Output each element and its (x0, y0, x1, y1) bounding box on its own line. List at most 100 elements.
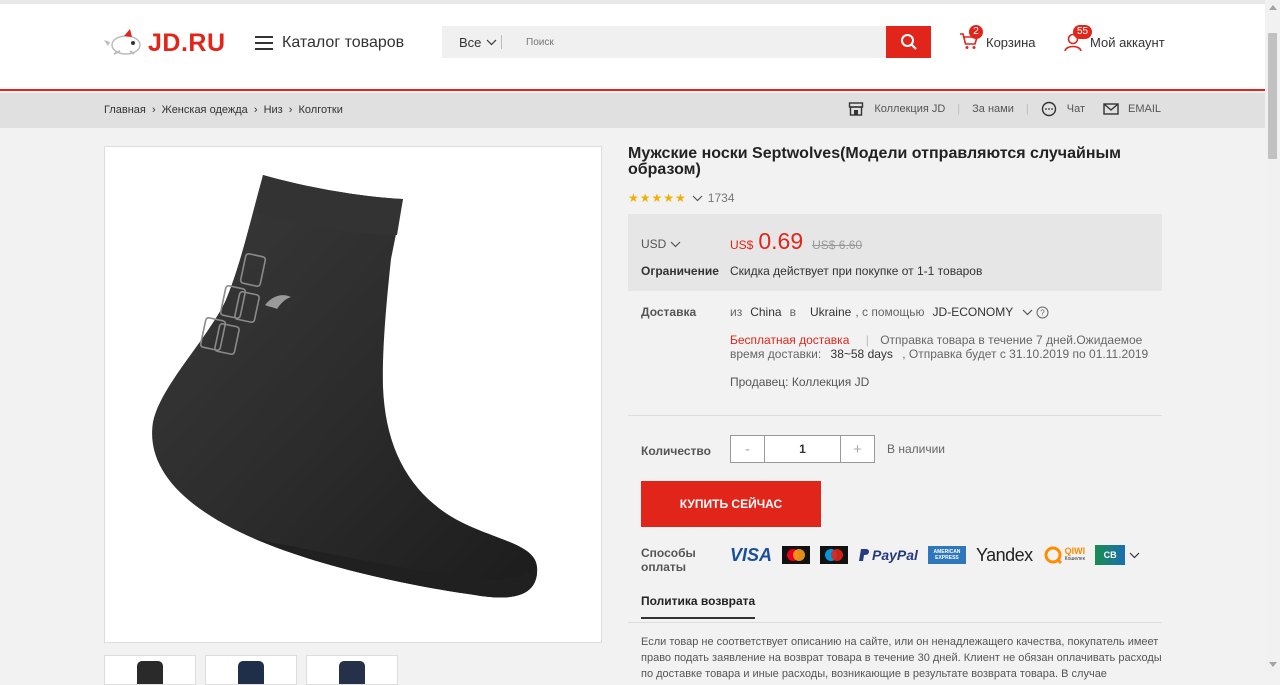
account-label: Мой аккаунт (1090, 34, 1165, 50)
search-divider (501, 35, 503, 49)
chevron-down-icon (692, 195, 703, 201)
jd-collection-link[interactable]: Коллекция JD (848, 102, 945, 116)
section-divider (628, 415, 1162, 416)
breadcrumb-separator: › (288, 104, 293, 116)
sock-product-image (152, 175, 538, 598)
catalog-label: Каталог товаров (282, 34, 405, 51)
breadcrumb-tights[interactable]: Колготки (299, 104, 343, 116)
scroll-up-arrow-icon[interactable] (1269, 5, 1277, 10)
thumbnail-1[interactable] (104, 655, 196, 685)
about-link[interactable]: За нами (972, 103, 1014, 115)
price-value: 0.69 (758, 228, 804, 254)
link-divider: | (957, 103, 961, 115)
tab-return-policy[interactable]: Политика возврата (641, 594, 756, 619)
yandex-logo: Yandex (975, 544, 1033, 565)
shipping-method[interactable]: JD-ECONOMY (933, 305, 1014, 319)
price-currency: US$ (730, 238, 754, 252)
scroll-down-arrow-icon[interactable] (1269, 662, 1277, 667)
chevron-down-icon (670, 241, 681, 247)
thumbnail-3[interactable] (306, 655, 398, 685)
scrollbar-thumb[interactable] (1268, 33, 1277, 159)
chat-label: Чат (1066, 103, 1085, 115)
breadcrumb-home[interactable]: Главная (104, 104, 146, 116)
limit-label: Ограничение (641, 264, 719, 278)
shipping-route: из China в Ukraine , с помощью JD-ECONOM… (730, 305, 1049, 319)
search-scope-label: Все (459, 34, 482, 50)
review-count: 1734 (707, 191, 735, 205)
ship-to-country[interactable]: Ukraine (810, 305, 851, 319)
catalog-menu-button[interactable]: Каталог товаров (255, 34, 404, 52)
breadcrumb-womens-clothing[interactable]: Женская одежда (162, 104, 248, 116)
to-word: в (789, 305, 796, 319)
product-rating[interactable]: ★★★★★ 1734 (628, 191, 735, 205)
page-scrollbar[interactable] (1265, 0, 1280, 672)
limit-text: Скидка действует при покупке от 1-1 това… (730, 264, 983, 278)
currency-label: USD (641, 237, 667, 251)
utility-links: Коллекция JD | За нами | Чат EMAIL (848, 101, 1161, 117)
chevron-down-icon[interactable] (1129, 552, 1140, 559)
seller-info: Продавец: Коллекция JD (730, 375, 870, 389)
search-scope-select[interactable]: Все (442, 35, 512, 50)
stock-status: В наличии (887, 442, 946, 456)
quantity-plus-button[interactable]: + (841, 436, 874, 462)
visa-logo: VISA (730, 544, 773, 565)
paypal-logo: PayPal (858, 547, 918, 563)
jd-collection-label: Коллекция JD (874, 103, 946, 115)
shipping-info: Бесплатная доставка | Отправка товара в … (730, 333, 1162, 361)
chat-link[interactable]: Чат (1041, 101, 1085, 117)
price: US$ 0.69 US$ 6.60 (730, 228, 862, 255)
svg-text:?: ? (1040, 308, 1045, 317)
quantity-input[interactable]: 1 (764, 436, 841, 462)
qiwi-subtext: Кошелек (1064, 556, 1085, 562)
site-header: JD.RU Каталог товаров Все 2 Корзина 55 М… (0, 4, 1265, 91)
old-price: US$ 6.60 (812, 238, 863, 252)
currency-selector[interactable]: USD (641, 237, 681, 251)
tab-divider (628, 622, 1162, 623)
arrival-text: , Отправка будет с 31.10.2019 по 01.11.2… (902, 347, 1149, 361)
search-button[interactable] (886, 26, 931, 58)
quantity-minus-button[interactable]: - (731, 436, 764, 462)
chevron-down-icon[interactable] (1022, 309, 1033, 316)
help-icon[interactable]: ? (1036, 306, 1049, 319)
rating-stars: ★★★★★ (628, 191, 687, 205)
product-title: Мужские носки Septwolves(Модели отправля… (628, 145, 1121, 178)
price-box: USD US$ 0.69 US$ 6.60 Ограничение Скидка… (628, 214, 1162, 291)
chevron-down-icon (486, 39, 497, 45)
link-divider: | (1025, 103, 1029, 115)
jd-mascot-icon (104, 29, 141, 55)
maestro-logo (820, 546, 849, 564)
cart-link[interactable]: 2 Корзина (959, 25, 1036, 52)
jd-logo[interactable]: JD.RU (104, 26, 226, 60)
shipping-label: Доставка (641, 305, 697, 319)
buy-now-button[interactable]: КУПИТЬ СЕЙЧАС (641, 481, 821, 527)
breadcrumb: Главная › Женская одежда › Низ › Колготк… (104, 104, 343, 116)
email-label: EMAIL (1127, 103, 1161, 115)
from-word: из (730, 305, 743, 319)
about-label: За нами (972, 103, 1014, 115)
search-input[interactable] (512, 26, 886, 58)
product-main-image[interactable] (104, 146, 602, 643)
quantity-stepper: - 1 + (730, 435, 875, 463)
store-icon (849, 102, 864, 116)
search-icon (900, 34, 917, 50)
cart-label: Корзина (986, 34, 1036, 50)
payment-methods-label: Способы оплаты (641, 546, 696, 574)
paypal-text: PayPal (872, 547, 918, 563)
account-link[interactable]: 55 Мой аккаунт (1063, 25, 1165, 52)
breadcrumb-separator: › (151, 104, 156, 116)
cb-logo: CB (1095, 545, 1126, 565)
amex-logo: AMERICAN EXPRESS (927, 546, 966, 564)
breadcrumb-separator: › (253, 104, 258, 116)
delivery-days: 38~58 days (830, 347, 893, 361)
qiwi-logo: QIWI Кошелек (1043, 545, 1085, 565)
chat-icon (1041, 101, 1056, 117)
search-bar: Все (442, 26, 931, 58)
email-link[interactable]: EMAIL (1103, 103, 1161, 115)
menu-icon (255, 36, 273, 50)
ship-from-country[interactable]: China (750, 305, 781, 319)
thumbnail-2[interactable] (205, 655, 297, 685)
breadcrumb-bottoms[interactable]: Низ (264, 104, 283, 116)
sub-navigation-bar: Главная › Женская одежда › Низ › Колготк… (0, 93, 1265, 128)
mastercard-logo (782, 546, 811, 564)
mail-icon (1103, 103, 1119, 115)
